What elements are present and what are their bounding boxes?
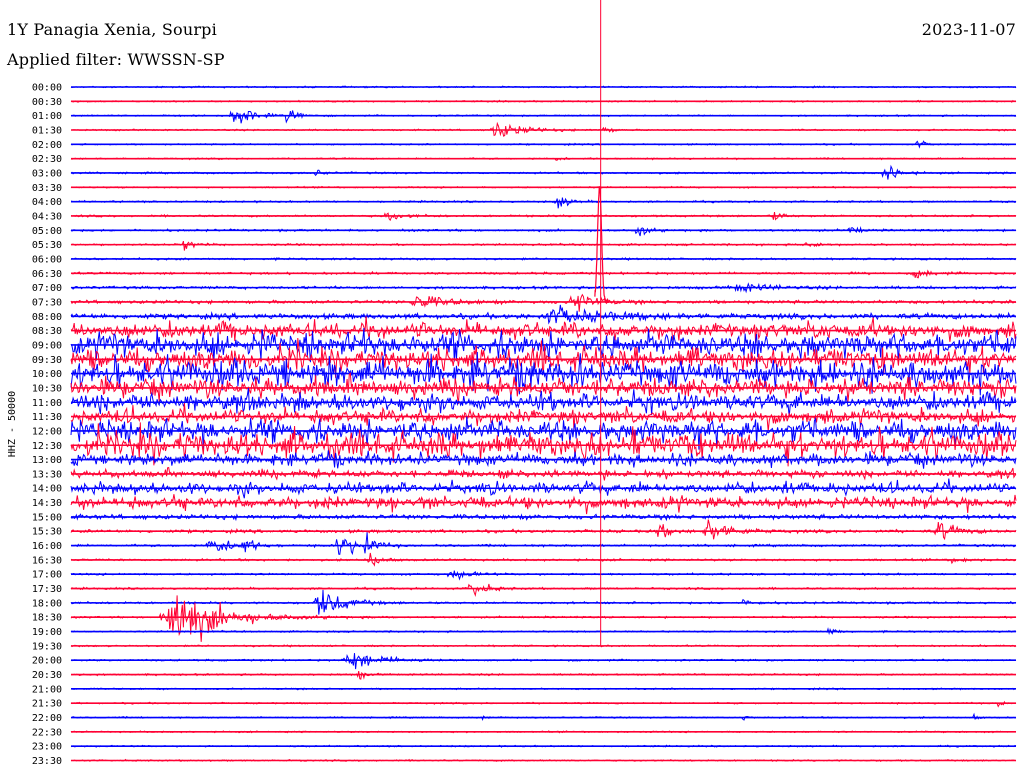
row-label-0230: 02:30 [32,154,62,165]
row-label-2330: 23:30 [32,756,62,767]
row-label-1730: 17:30 [32,584,62,595]
row-label-0300: 03:00 [32,168,62,179]
row-label-0330: 03:30 [32,183,62,194]
trace-0730 [70,293,1017,312]
row-label-0730: 07:30 [32,297,62,308]
row-label-1430: 14:30 [32,498,62,509]
row-label-1500: 15:00 [32,512,62,523]
row-label-2300: 23:00 [32,742,62,753]
row-label-0930: 09:30 [32,355,62,366]
trace-0400 [70,197,1017,209]
row-label-1930: 19:30 [32,641,62,652]
row-label-1830: 18:30 [32,613,62,624]
trace-0500 [70,226,1017,237]
trace-0530 [70,240,1017,251]
row-label-0800: 08:00 [32,312,62,323]
row-label-1800: 18:00 [32,598,62,609]
row-label-1130: 11:30 [32,412,62,423]
row-label-2100: 21:00 [32,684,62,695]
row-label-0100: 01:00 [32,111,62,122]
row-label-1200: 12:00 [32,426,62,437]
row-label-0830: 08:30 [32,326,62,337]
row-label-1030: 10:30 [32,383,62,394]
row-label-0600: 06:00 [32,254,62,265]
trace-1430 [70,493,1017,515]
row-label-1630: 16:30 [32,555,62,566]
row-label-1330: 13:30 [32,469,62,480]
row-label-0400: 04:00 [32,197,62,208]
tick-label-group: 00:00 00:30 01:00 01:30 02:00 02:30 03:00 03:30… [32,83,62,768]
row-label-0900: 09:00 [32,340,62,351]
row-label-1600: 16:00 [32,541,62,552]
row-label-1700: 17:00 [32,570,62,581]
row-label-0200: 02:00 [32,140,62,151]
row-label-0130: 01:30 [32,125,62,136]
trace-1530 [70,519,1017,541]
row-label-0030: 00:30 [32,97,62,108]
row-label-0700: 07:00 [32,283,62,294]
trace-1600 [70,532,1017,556]
trace-group [70,85,1017,762]
row-label-1300: 13:00 [32,455,62,466]
row-label-2200: 22:00 [32,713,62,724]
row-label-1400: 14:00 [32,484,62,495]
row-label-1100: 11:00 [32,398,62,409]
trace-2000 [70,653,1017,670]
marker-group [594,0,610,645]
row-label-0430: 04:30 [32,211,62,222]
row-label-1530: 15:30 [32,527,62,538]
row-label-2230: 22:30 [32,727,62,738]
row-label-2000: 20:00 [32,656,62,667]
row-label-2030: 20:30 [32,670,62,681]
row-label-0500: 05:00 [32,226,62,237]
row-label-1900: 19:00 [32,627,62,638]
row-label-0530: 05:30 [32,240,62,251]
trace-0630 [71,269,1017,279]
trace-1730 [70,583,1017,597]
trace-0100 [70,110,1017,124]
row-label-0000: 00:00 [32,83,62,94]
row-label-1230: 12:30 [32,441,62,452]
row-label-0630: 06:30 [32,269,62,280]
seismogram-plot: 00:00 00:30 01:00 01:30 02:00 02:30 03:00 03:30… [7,0,1017,768]
y-axis-label: HHZ - 50000 [7,391,18,457]
trace-0800 [70,304,1017,325]
row-label-2130: 21:30 [32,699,62,710]
row-label-1000: 10:00 [32,369,62,380]
